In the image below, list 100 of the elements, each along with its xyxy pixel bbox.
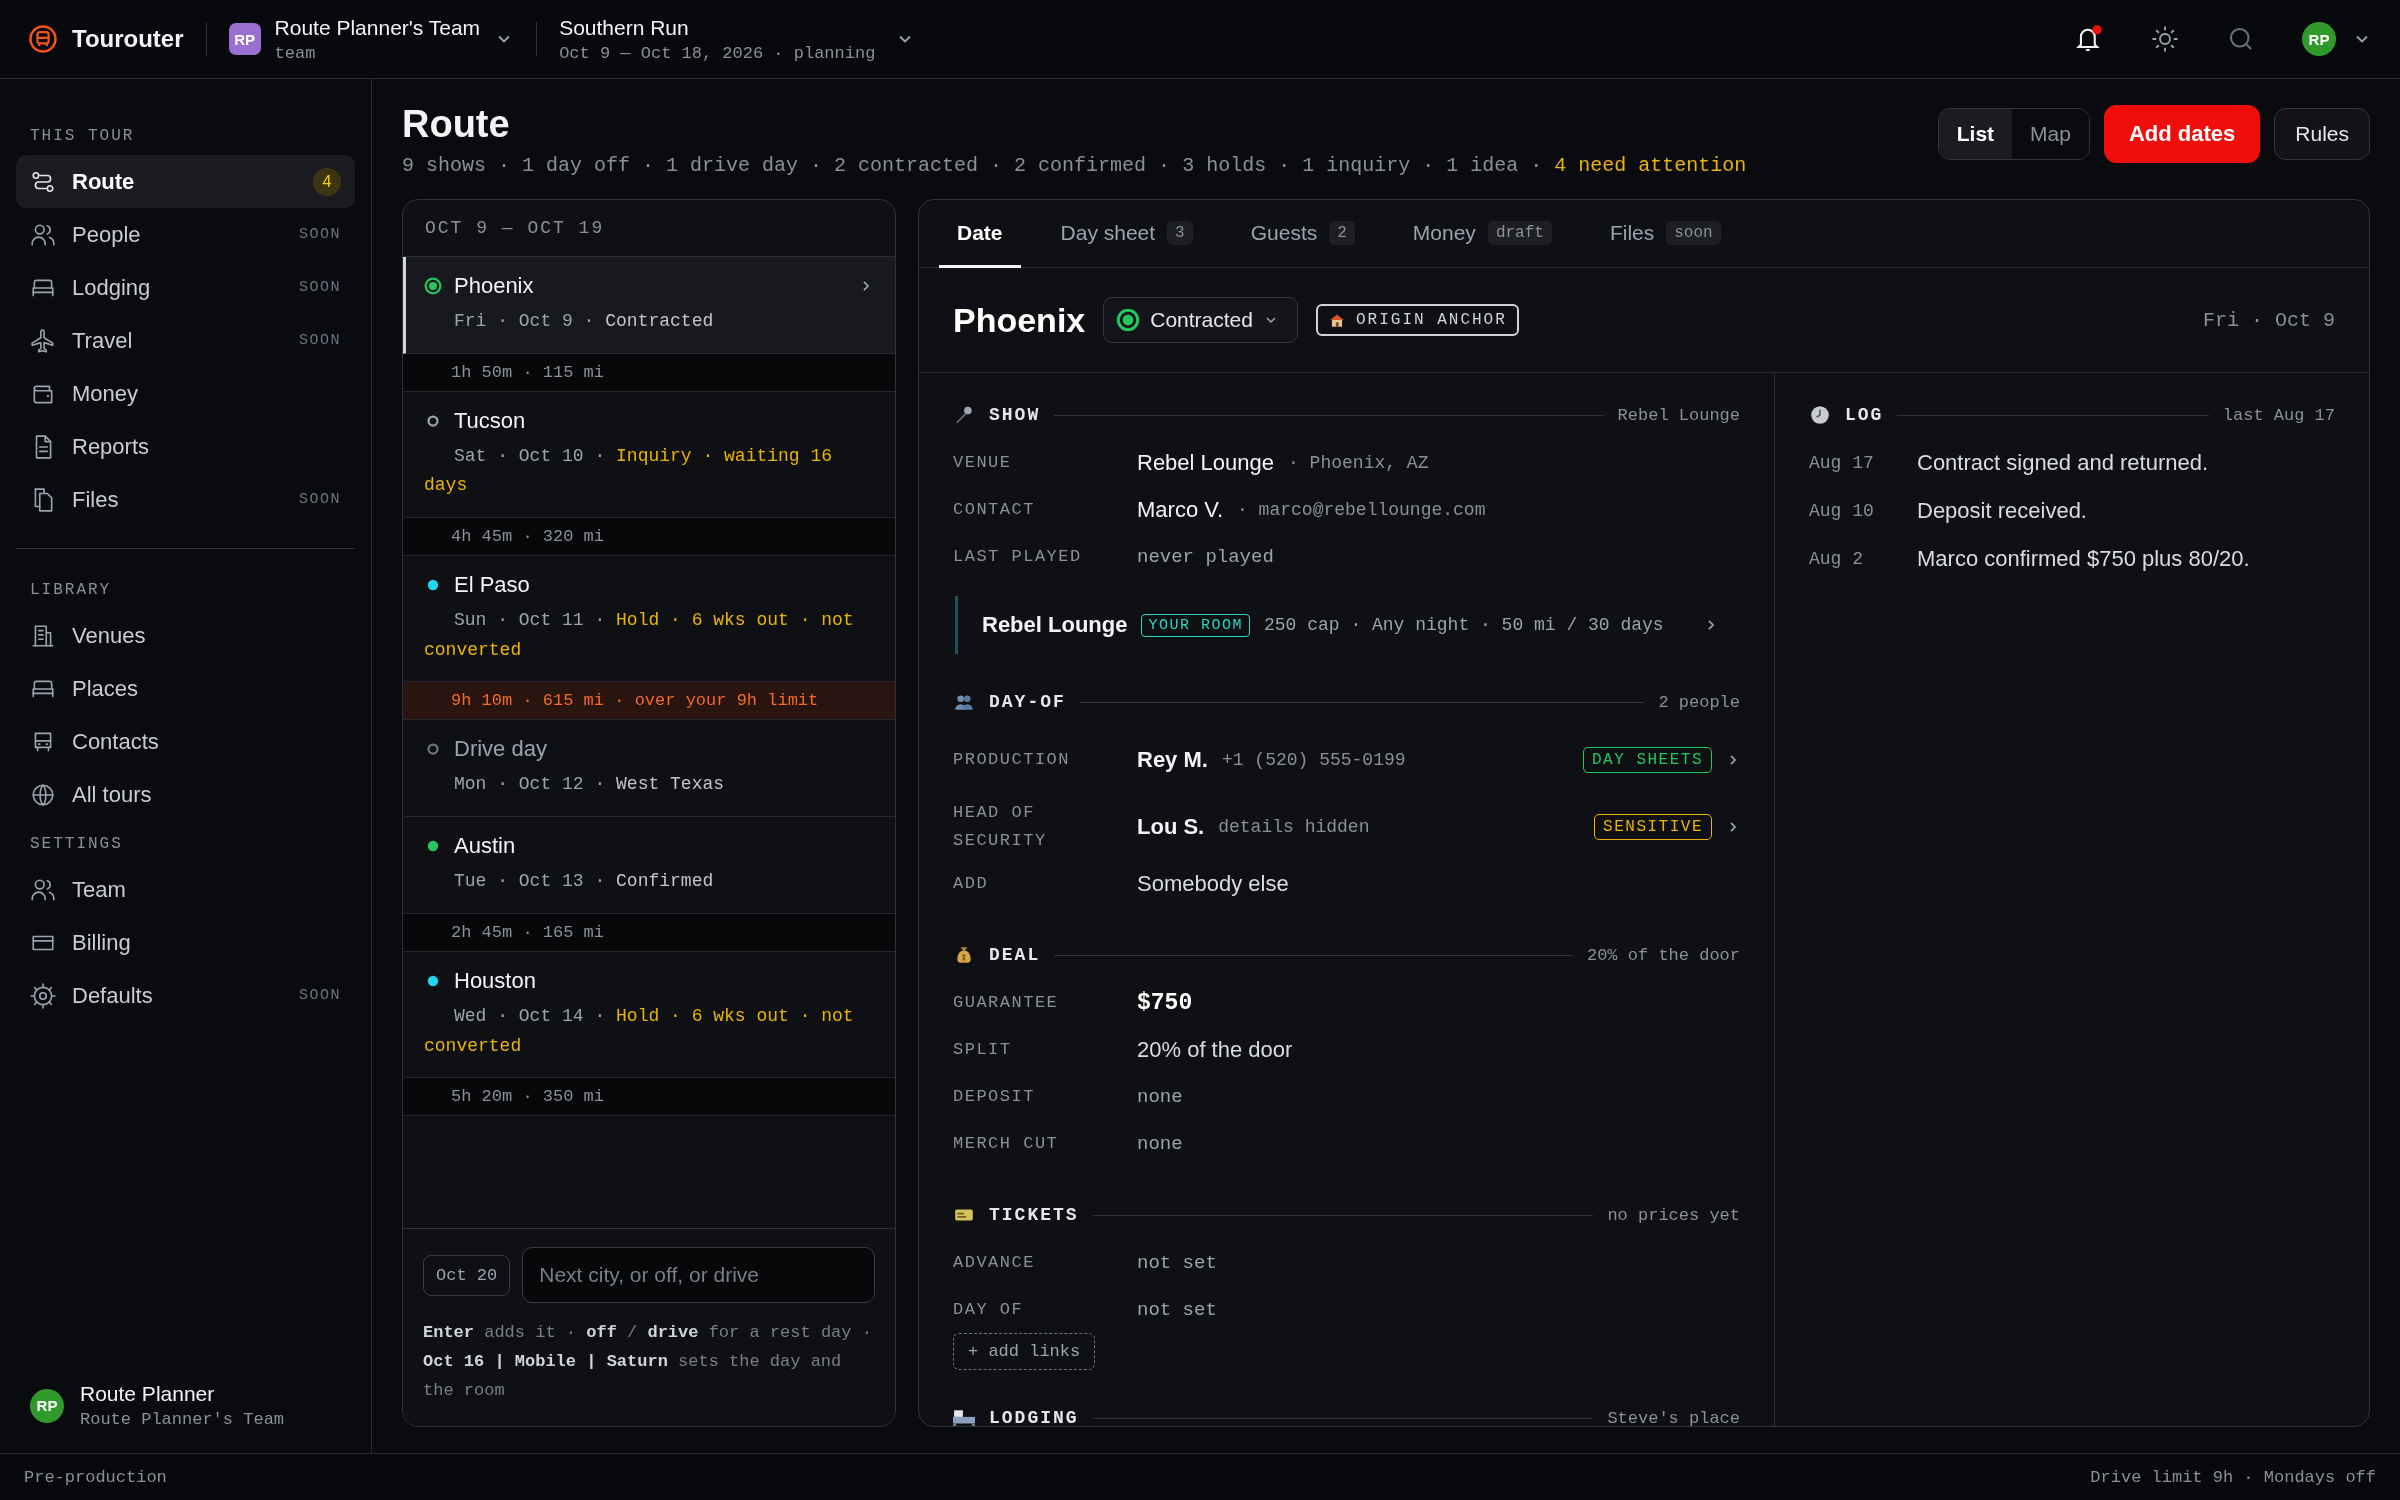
stop-name: Austin bbox=[454, 833, 517, 860]
route-stop[interactable]: Phoenix Fri · Oct 9 · Contracted bbox=[403, 257, 895, 354]
sidebar-item[interactable]: Lodging SOON bbox=[16, 261, 355, 314]
field-label: MERCH CUT bbox=[953, 1132, 1060, 1155]
add-button[interactable]: Add dates bbox=[2103, 105, 2261, 163]
tour-name[interactable]: Southern Run bbox=[559, 15, 876, 40]
field-value: Marco V. bbox=[1137, 496, 1223, 523]
page-title: Route bbox=[402, 103, 511, 146]
sidebar-section-title: THIS TOUR bbox=[29, 126, 136, 147]
sidebar-item[interactable]: Route 4 bbox=[16, 155, 355, 208]
room-card[interactable]: Rebel Lounge YOUR ROOM 250 cap · Any night · 50 mi / 30 days bbox=[955, 596, 1740, 654]
detail-tab[interactable]: Date bbox=[939, 200, 1021, 268]
log-entry: Marco confirmed $750 plus 80/20. bbox=[1917, 546, 2250, 572]
rules-button[interactable]: Rules bbox=[2274, 108, 2370, 160]
field-value: not set bbox=[1137, 1298, 1217, 1321]
user-avatar[interactable]: RP bbox=[2302, 22, 2336, 56]
origin-anchor-tag: ORIGIN ANCHOR bbox=[1316, 304, 1519, 336]
status-dropdown[interactable]: Contracted bbox=[1103, 297, 1298, 343]
status-text: Pre-production bbox=[24, 1467, 167, 1487]
sidebar-item[interactable]: Reports bbox=[16, 420, 355, 473]
view-tab[interactable]: List bbox=[1938, 109, 2013, 159]
user-team: Route Planner's Team bbox=[80, 1410, 285, 1429]
add-links-button[interactable]: + add links bbox=[953, 1333, 1096, 1370]
field-label: ADD bbox=[953, 872, 990, 895]
detail-tab[interactable]: Day sheet 3 bbox=[1042, 200, 1211, 268]
drive-leg: 2h 45m · 165 mi bbox=[403, 913, 895, 952]
sun-icon[interactable] bbox=[2150, 24, 2180, 54]
role-tag: SENSITIVE bbox=[1594, 813, 1712, 840]
team-avatar: RP bbox=[228, 23, 261, 55]
stop-details: Sun · Oct 11 · Hold · 6 wks out · not converted bbox=[424, 609, 855, 662]
sidebar-section-title: SETTINGS bbox=[29, 834, 124, 855]
room-name: Rebel Lounge bbox=[982, 612, 1128, 638]
log-entry: Contract signed and returned. bbox=[1917, 450, 2209, 476]
sidebar-item[interactable]: Travel SOON bbox=[16, 314, 355, 367]
role-tag: DAY SHEETS bbox=[1583, 746, 1712, 773]
stop-details: Mon · Oct 12 · West Texas bbox=[453, 773, 726, 797]
sidebar-item[interactable]: All tours bbox=[16, 768, 355, 821]
stop-name: El Paso bbox=[454, 572, 531, 599]
field-value: not set bbox=[1137, 1251, 1217, 1274]
help-text: Enter adds it · off / drive for a rest day · Oct 16 | Mobile | Saturn sets the day and the room bbox=[423, 1322, 873, 1403]
clock-icon bbox=[1809, 404, 1831, 426]
section-note: Rebel Lounge bbox=[1617, 405, 1740, 425]
field-label: GUARANTEE bbox=[953, 991, 1060, 1014]
log-date: Aug 10 bbox=[1809, 501, 1875, 521]
stop-name: Drive day bbox=[454, 736, 548, 763]
stop-name: Phoenix bbox=[454, 273, 535, 299]
detail-tab[interactable]: Guests 2 bbox=[1232, 200, 1373, 268]
field-value: none bbox=[1137, 1085, 1183, 1108]
user-avatar: RP bbox=[30, 1388, 64, 1423]
count-badge: 4 bbox=[313, 167, 341, 196]
building-icon bbox=[30, 622, 56, 649]
sidebar-item[interactable]: Defaults SOON bbox=[16, 969, 355, 1022]
detail-tab[interactable]: Files soon bbox=[1591, 200, 1739, 268]
sidebar-item[interactable]: Billing bbox=[16, 916, 355, 969]
settings-icon bbox=[30, 982, 56, 1009]
section-title: TICKETS bbox=[989, 1205, 1079, 1225]
airplane-icon bbox=[30, 327, 56, 354]
section-title: SHOW bbox=[989, 405, 1041, 425]
stop-details: Wed · Oct 14 · Hold · 6 wks out · not converted bbox=[424, 1004, 855, 1058]
field-detail: · Phoenix, AZ bbox=[1288, 452, 1429, 473]
section-note: Steve's place bbox=[1607, 1408, 1740, 1426]
detail-tab[interactable]: Money draft bbox=[1394, 200, 1570, 268]
notification-bell-icon[interactable] bbox=[2074, 24, 2104, 54]
tab-badge: soon bbox=[1666, 220, 1721, 245]
drive-leg: 5h 20m · 350 mi bbox=[403, 1078, 895, 1117]
section-title: DAY-OF bbox=[989, 692, 1066, 712]
field-value: $750 bbox=[1137, 989, 1193, 1016]
date-range: OCT 9 — OCT 19 bbox=[425, 218, 605, 238]
sidebar-item[interactable]: People SOON bbox=[16, 208, 355, 261]
sidebar-item[interactable]: Places bbox=[16, 662, 355, 715]
field-label: LAST PLAYED bbox=[953, 545, 1083, 568]
section-note: 20% of the door bbox=[1586, 945, 1740, 965]
log-date: Aug 2 bbox=[1809, 549, 1864, 569]
app-name: Tourouter bbox=[72, 25, 184, 53]
team-name[interactable]: Route Planner's Team bbox=[274, 15, 481, 40]
person-name: Lou S. bbox=[1137, 813, 1205, 840]
city-input[interactable]: Next city, or off, or drive bbox=[522, 1247, 875, 1304]
room-tag: YOUR ROOM bbox=[1141, 613, 1250, 637]
route-stop[interactable]: Austin Tue · Oct 13 · Confirmed bbox=[403, 817, 895, 914]
soon-label: SOON bbox=[299, 279, 341, 296]
field-label: ADVANCE bbox=[953, 1251, 1036, 1274]
field-label: CONTACT bbox=[953, 498, 1036, 521]
sidebar-item[interactable]: Team bbox=[16, 863, 355, 916]
sidebar-item[interactable]: Contacts bbox=[16, 715, 355, 768]
field-value: 20% of the door bbox=[1137, 1036, 1293, 1063]
room-details: 250 cap · Any night · 50 mi / 30 days bbox=[1263, 615, 1665, 635]
field-label: DEPOSIT bbox=[953, 1085, 1036, 1108]
sidebar-item[interactable]: Files SOON bbox=[16, 473, 355, 526]
date-label: Fri · Oct 9 bbox=[2202, 308, 2335, 332]
person-detail: +1 (520) 555-0199 bbox=[1221, 749, 1406, 770]
team-label: team bbox=[274, 43, 317, 63]
sidebar-item[interactable]: Venues bbox=[16, 609, 355, 662]
drive-leg: 1h 50m · 115 mi bbox=[403, 353, 895, 392]
log-entry: Deposit received. bbox=[1917, 498, 2087, 524]
date-chip[interactable]: Oct 20 bbox=[423, 1254, 511, 1296]
soon-label: SOON bbox=[299, 987, 341, 1004]
route-stop[interactable]: Drive day Mon · Oct 12 · West Texas bbox=[403, 720, 895, 818]
section-title: LODGING bbox=[989, 1408, 1079, 1426]
field-label: SPLIT bbox=[953, 1038, 1013, 1061]
sidebar-item[interactable]: Money bbox=[16, 367, 355, 420]
